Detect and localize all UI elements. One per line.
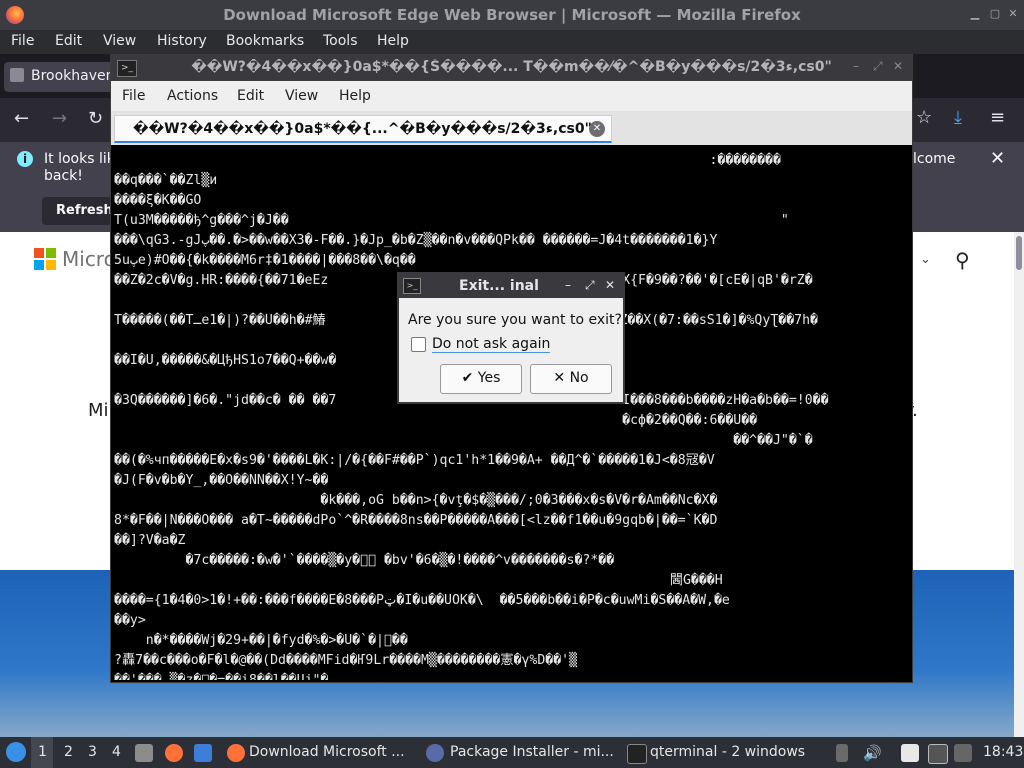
page-text-left: Mi	[88, 400, 109, 421]
microsoft-logo-text: Micro	[62, 247, 116, 271]
qt-menu-actions[interactable]: Actions	[167, 88, 218, 104]
firefox-tab[interactable]: Brookhaven	[4, 62, 115, 92]
notification-text-2: back!	[44, 168, 83, 184]
qterminal-tab-title: ��W?�4��x��}0a$*��{...^�B�y���s/2�3ء,cs0…	[133, 121, 592, 137]
firefox-titlebar: Download Microsoft Edge Web Browser | Mi…	[0, 0, 1024, 30]
dialog-close-icon[interactable]: ✕	[605, 278, 615, 292]
task-firefox[interactable]: Download Microsoft ...	[249, 744, 405, 760]
show-desktop-icon[interactable]	[194, 744, 212, 762]
minimize-icon[interactable]: ▁	[968, 7, 982, 21]
info-icon: i	[17, 151, 33, 167]
terminal-app-icon: >_	[403, 278, 421, 294]
notification-text-right: lcome	[913, 151, 956, 167]
terminal-app-icon: >_	[117, 60, 137, 77]
yes-button[interactable]: ✔ Yes	[440, 364, 522, 394]
dialog-titlebar: >_ Exit... inal – ⤢ ✕	[399, 274, 623, 298]
task-qterminal-icon	[627, 744, 647, 764]
maximize-icon[interactable]: ▢	[988, 7, 1002, 21]
do-not-ask-checkbox[interactable]	[411, 337, 426, 352]
file-manager-icon[interactable]	[135, 744, 153, 762]
firefox-window-title: Download Microsoft Edge Web Browser | Mi…	[223, 6, 801, 24]
workspace-2[interactable]: 2	[64, 744, 73, 760]
maximize-icon[interactable]: ⤢	[873, 59, 883, 74]
close-icon[interactable]: ✕	[1006, 7, 1020, 21]
firefox-menubar: File Edit View History Bookmarks Tools H…	[0, 30, 1024, 54]
do-not-ask-label[interactable]: Do not ask again	[432, 336, 551, 353]
firefox-launcher-icon[interactable]	[165, 744, 183, 762]
dropdown-chevron-icon[interactable]: ⌄	[920, 252, 931, 267]
minimize-icon[interactable]: –	[853, 59, 859, 73]
menu-edit[interactable]: Edit	[55, 33, 82, 49]
dialog-message: Are you sure you want to exit?	[408, 312, 622, 328]
qt-menu-edit[interactable]: Edit	[237, 88, 264, 104]
tab-favicon-icon	[10, 68, 24, 82]
taskbar: 1 2 3 4 Download Microsoft ... Package I…	[0, 737, 1024, 768]
volume-icon[interactable]: 🔊	[863, 744, 882, 762]
dialog-minimize-icon[interactable]: –	[565, 278, 571, 292]
no-button[interactable]: ✕ No	[530, 364, 612, 394]
menu-tools[interactable]: Tools	[323, 33, 358, 49]
display-icon[interactable]	[928, 744, 948, 764]
page-scrollbar[interactable]	[1014, 232, 1024, 737]
qt-menu-file[interactable]: File	[122, 88, 145, 104]
workspace-1[interactable]: 1	[38, 744, 47, 760]
task-package-installer[interactable]: Package Installer - mi...	[450, 744, 614, 760]
refresh-button[interactable]: Refresh	[42, 197, 113, 225]
microsoft-logo-icon	[34, 248, 56, 270]
exit-dialog: >_ Exit... inal – ⤢ ✕ Are you sure you w…	[397, 272, 625, 404]
dialog-title: Exit... inal	[459, 278, 539, 294]
hamburger-menu-icon[interactable]: ≡	[990, 107, 1005, 128]
qterminal-titlebar: >_ ��W?�4��x��}0a$*��{Š����... T��m��⁄�^…	[111, 55, 912, 81]
task-firefox-icon	[227, 744, 245, 762]
menu-history[interactable]: History	[157, 33, 207, 49]
task-qterminal[interactable]: qterminal - 2 windows	[650, 744, 805, 760]
task-package-installer-icon	[426, 744, 444, 762]
start-menu-icon[interactable]	[6, 742, 26, 762]
notification-text-1: It looks lik	[44, 151, 115, 167]
search-icon[interactable]: ⚲	[955, 248, 970, 272]
qt-menu-view[interactable]: View	[285, 88, 318, 104]
cross-icon: ✕	[553, 370, 570, 386]
workspace-4[interactable]: 4	[112, 744, 121, 760]
yes-label: Yes	[477, 370, 501, 386]
qterminal-menubar: File Actions Edit View Help	[111, 81, 912, 111]
network-icon[interactable]	[954, 744, 972, 762]
close-icon[interactable]: ✕	[893, 59, 903, 73]
menu-view[interactable]: View	[103, 33, 136, 49]
no-label: No	[569, 370, 589, 386]
qterminal-tab[interactable]: ��W?�4��x��}0a$*��{...^�B�y���s/2�3ء,cs0…	[114, 115, 612, 143]
forward-icon[interactable]: →	[52, 108, 67, 129]
tab-close-icon[interactable]: ✕	[589, 121, 605, 137]
downloads-icon[interactable]: ⤓	[954, 107, 962, 128]
workspace-3[interactable]: 3	[88, 744, 97, 760]
tab-label: Brookhaven	[31, 68, 115, 84]
menu-file[interactable]: File	[11, 33, 34, 49]
qt-menu-help[interactable]: Help	[339, 88, 371, 104]
qterminal-window-title: ��W?�4��x��}0a$*��{Š����... T��m��⁄�^�B�…	[191, 59, 832, 75]
dialog-maximize-icon[interactable]: ⤢	[585, 278, 595, 293]
back-icon[interactable]: ←	[14, 108, 29, 129]
bookmark-star-icon[interactable]: ☆	[916, 107, 932, 128]
menu-bookmarks[interactable]: Bookmarks	[226, 33, 304, 49]
reload-icon[interactable]: ↻	[88, 108, 103, 129]
terminal-screen[interactable]: :�������� ��q���`��Zl▒и ����ξ�K��GO T(u3…	[114, 147, 887, 680]
clock: 18:43	[983, 744, 1024, 760]
notification-close-icon[interactable]: ✕	[990, 148, 1005, 169]
clipboard-icon[interactable]	[836, 744, 848, 762]
check-icon: ✔	[461, 370, 478, 386]
menu-help[interactable]: Help	[377, 33, 409, 49]
terminal-output: :�������� ��q���`��Zl▒и ����ξ�K��GO T(u3…	[114, 153, 829, 680]
notes-icon[interactable]	[901, 744, 919, 762]
